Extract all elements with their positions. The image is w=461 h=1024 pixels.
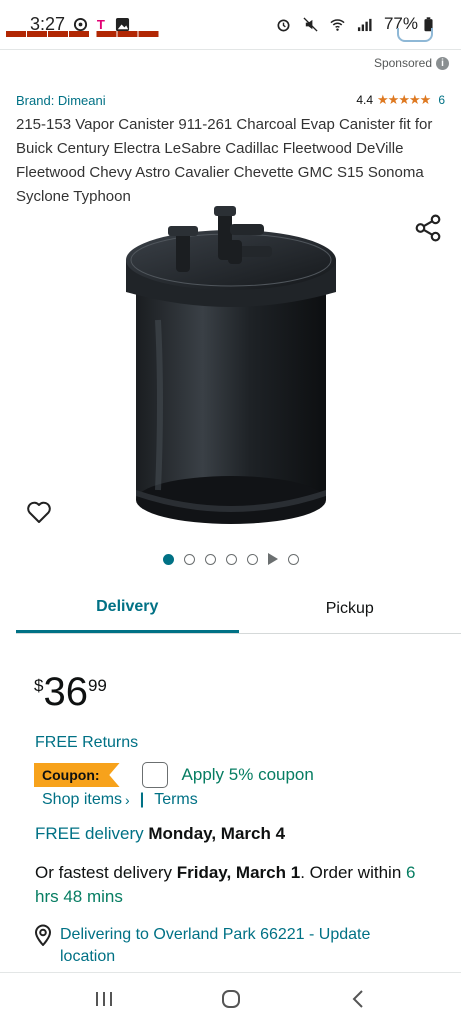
link-separator: |	[139, 791, 145, 808]
delivery-location[interactable]: Delivering to Overland Park 66221 - Upda…	[34, 924, 411, 968]
tab-delivery[interactable]: Delivery	[16, 584, 239, 633]
share-icon[interactable]	[415, 214, 441, 242]
shop-items-link[interactable]: Shop items	[42, 791, 122, 809]
coupon-links: Shop items › | Terms	[42, 791, 198, 809]
product-title: 215-153 Vapor Canister 911-261 Charcoal …	[16, 116, 433, 205]
brand-link[interactable]: Brand: Dimeani	[16, 93, 106, 108]
fulfillment-tabs: Delivery Pickup	[16, 584, 461, 634]
home-icon	[221, 989, 240, 1008]
fastest-delivery-info: Or fastest delivery Friday, March 1. Ord…	[35, 861, 421, 909]
carousel-dot[interactable]	[183, 553, 195, 565]
price: $ 36 99	[34, 670, 107, 714]
sponsored-label[interactable]: Sponsored i	[374, 56, 449, 70]
brand-rating-row: Brand: Dimeani 4.4 ★★★★★ 6	[16, 92, 445, 108]
info-icon[interactable]: i	[436, 56, 449, 70]
product-image[interactable]	[118, 200, 344, 536]
price-whole: 36	[43, 670, 88, 714]
home-button[interactable]	[211, 979, 251, 1019]
price-currency: $	[34, 676, 44, 695]
image-carousel-indicators	[0, 553, 461, 565]
recent-apps-icon	[95, 991, 112, 1006]
star-rating-icon: ★★★★★	[377, 92, 431, 107]
apply-coupon-label[interactable]: Apply 5% coupon	[182, 765, 314, 785]
location-pin-icon	[34, 924, 52, 946]
rating-summary[interactable]: 4.4 ★★★★★ 6	[356, 92, 445, 108]
carousel-dot[interactable]	[204, 553, 216, 565]
rating-value: 4.4	[356, 93, 374, 107]
fastest-date: Friday, March 1	[176, 863, 301, 882]
price-fraction: 99	[87, 676, 107, 695]
carousel-dot[interactable]	[287, 553, 299, 565]
free-delivery-link[interactable]: FREE delivery	[35, 824, 144, 843]
cut-off-price: ▬▬▬▬ ▬▬▬	[6, 28, 160, 42]
coupon-badge: Coupon:	[34, 763, 120, 787]
carousel-dot[interactable]	[162, 553, 174, 565]
tab-pickup[interactable]: Pickup	[239, 584, 461, 633]
delivery-info: FREE delivery Monday, March 4	[35, 824, 285, 844]
coupon-row: Coupon: Apply 5% coupon	[34, 762, 314, 788]
order-within-prefix: . Order within	[300, 863, 402, 882]
chevron-right-icon: ›	[125, 792, 130, 808]
carousel-dot[interactable]	[246, 553, 258, 565]
fastest-prefix: Or fastest delivery	[35, 863, 172, 882]
previous-content-strip: ▬▬▬▬ ▬▬▬	[0, 28, 461, 50]
sponsored-text: Sponsored	[373, 56, 432, 70]
free-returns-link[interactable]: FREE Returns	[35, 734, 138, 752]
back-button[interactable]	[338, 979, 378, 1019]
terms-link[interactable]: Terms	[154, 791, 198, 809]
carousel-dot[interactable]	[225, 553, 237, 565]
back-icon	[352, 989, 363, 1008]
heart-icon[interactable]	[26, 500, 52, 524]
delivery-date: Monday, March 4	[148, 824, 286, 843]
video-play-icon[interactable]	[267, 553, 278, 565]
rating-count[interactable]: 6	[438, 93, 445, 107]
cut-off-button	[397, 28, 433, 42]
system-navigation-bar	[0, 972, 461, 1024]
coupon-checkbox[interactable]	[141, 762, 168, 788]
recent-apps-button[interactable]	[84, 979, 124, 1019]
delivery-location-link[interactable]: Delivering to Overland Park 66221 - Upda…	[60, 924, 411, 968]
